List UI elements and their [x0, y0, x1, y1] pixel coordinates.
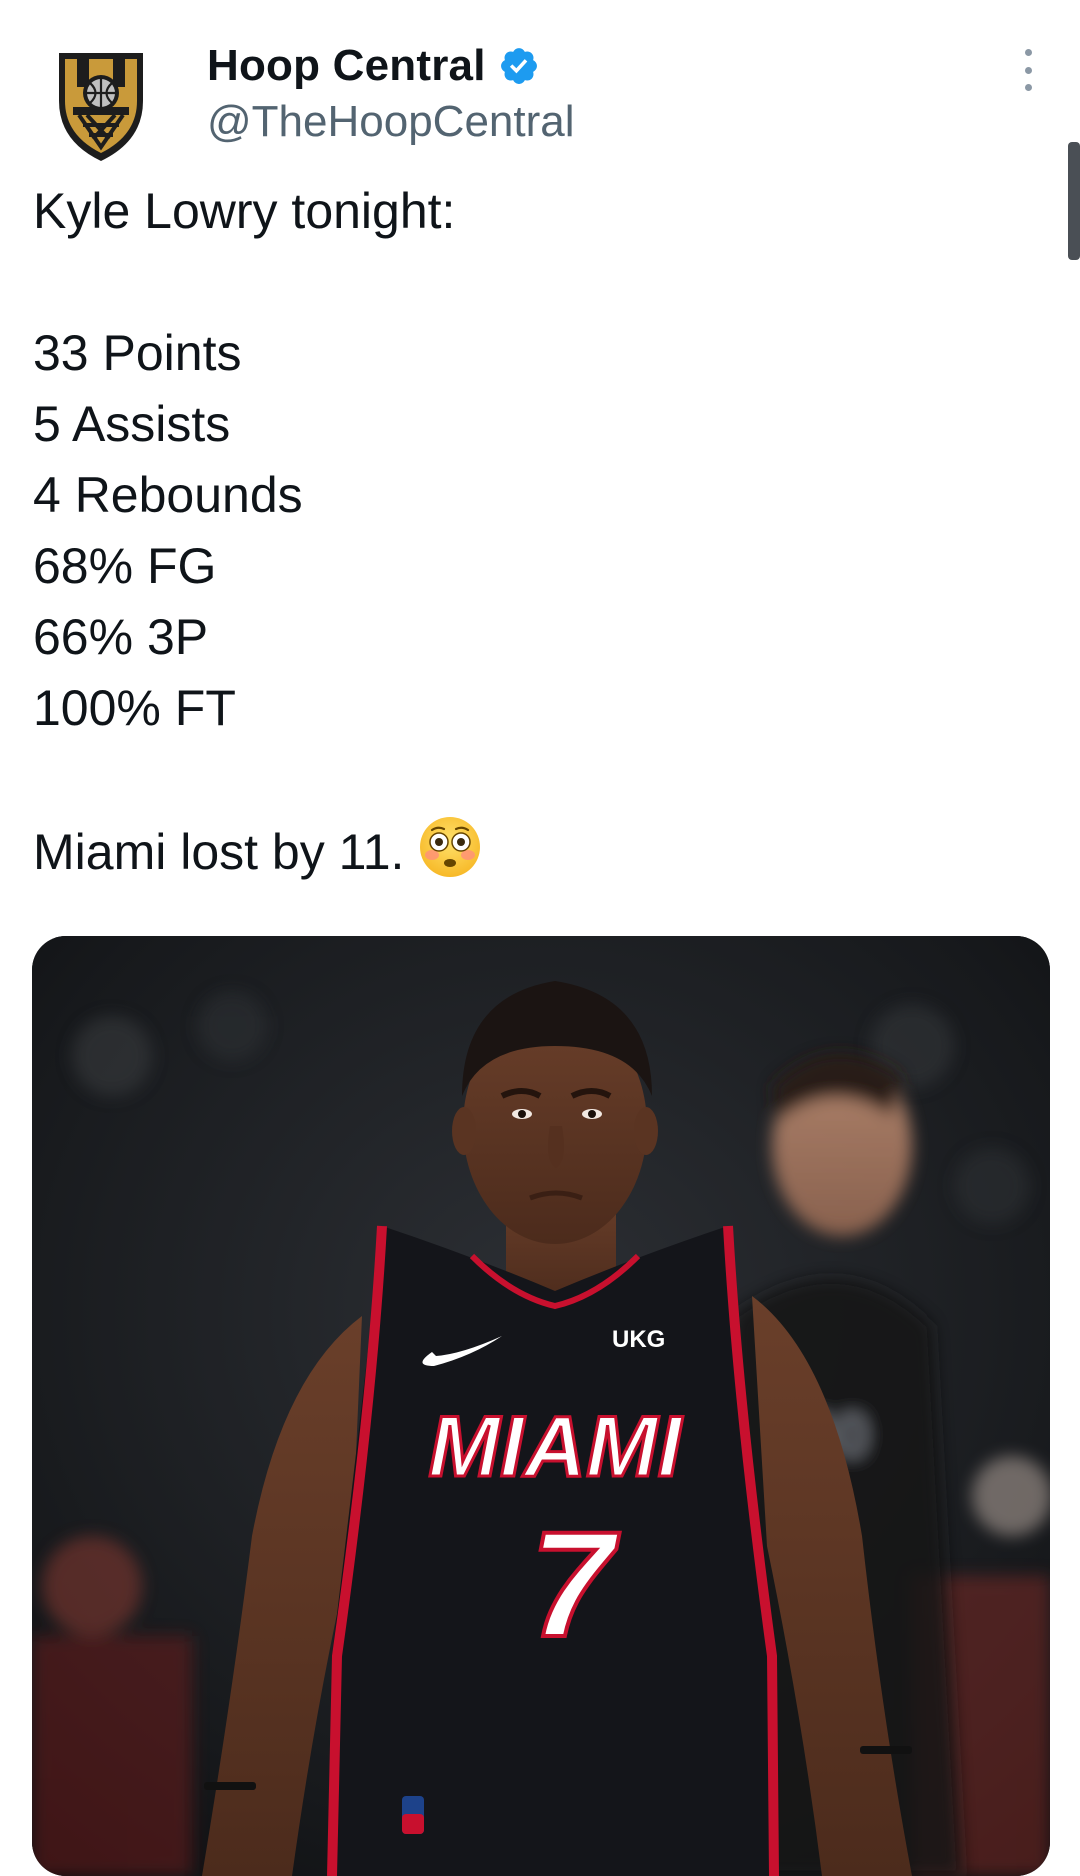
author-display-name[interactable]: Hoop Central: [207, 38, 540, 94]
hoop-central-logo-icon: [59, 53, 143, 161]
jersey-number: 7: [530, 1500, 620, 1668]
flushed-face-emoji: [420, 817, 481, 877]
scrollbar-thumb[interactable]: [1068, 142, 1080, 260]
jersey-team: MIAMI: [428, 1399, 683, 1495]
display-name-text: Hoop Central: [207, 41, 486, 90]
tweet-line: 100% FT: [33, 680, 236, 736]
author-handle[interactable]: @TheHoopCentral: [207, 94, 575, 150]
tweet-line: Kyle Lowry tonight:: [33, 183, 456, 239]
tweet-line-final: Miami lost by 11.: [33, 815, 1033, 886]
verified-badge-icon: [500, 48, 537, 84]
jersey-sponsor: UKG: [612, 1326, 665, 1353]
tweet-line: 5 Assists: [33, 396, 231, 452]
tweet-line: 4 Rebounds: [33, 467, 303, 523]
more-dot: [1024, 84, 1032, 91]
tweet-media-photo[interactable]: 30 UKG: [32, 936, 1050, 1876]
tweet-text: Kyle Lowry tonight: 33 Points 5 Assists …: [33, 176, 1033, 886]
tweet-line-text: Miami lost by 11.: [33, 824, 405, 880]
tweet-line: 68% FG: [33, 538, 217, 594]
player-photo-illustration: 30 UKG: [32, 936, 1050, 1876]
tweet-line: 33 Points: [33, 325, 242, 381]
more-options-icon[interactable]: [1010, 45, 1046, 95]
more-dot: [1024, 66, 1032, 74]
avatar[interactable]: [32, 36, 170, 174]
tweet-line: 66% 3P: [33, 609, 209, 665]
more-dot: [1024, 49, 1032, 56]
